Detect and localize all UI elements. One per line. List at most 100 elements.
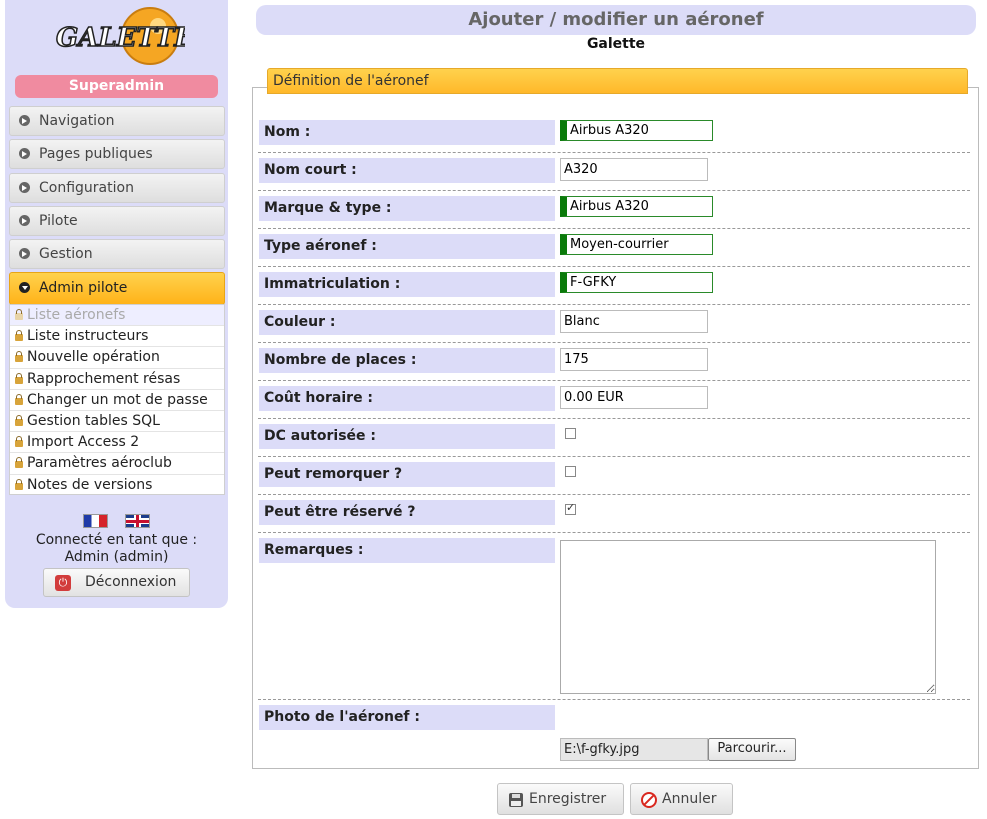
submenu-item-parametres-aeroclub[interactable]: Paramètres aéroclub bbox=[10, 453, 224, 475]
menu-item-gestion[interactable]: Gestion bbox=[9, 239, 225, 269]
lock-icon bbox=[15, 393, 23, 405]
english-flag-icon[interactable] bbox=[124, 514, 150, 528]
row-remarques: Remarques : bbox=[258, 538, 970, 700]
row-marque-type: Marque & type : bbox=[258, 196, 970, 229]
menu-item-label: Pages publiques bbox=[39, 146, 153, 162]
submenu-item-liste-instructeurs[interactable]: Liste instructeurs bbox=[10, 326, 224, 348]
row-immatriculation: Immatriculation : bbox=[258, 272, 970, 305]
cancel-icon bbox=[641, 792, 657, 808]
marque-type-input[interactable] bbox=[560, 196, 713, 217]
dc-autorisee-checkbox[interactable] bbox=[565, 428, 576, 439]
submenu-item-label: Nouvelle opération bbox=[27, 349, 160, 366]
remarques-textarea[interactable] bbox=[560, 540, 936, 694]
submenu-item-changer-mot-de-passe[interactable]: Changer un mot de passe bbox=[10, 390, 224, 411]
lock-icon bbox=[15, 436, 23, 448]
row-nombre-places: Nombre de places : bbox=[258, 348, 970, 381]
submenu-item-notes-de-versions[interactable]: Notes de versions bbox=[10, 475, 224, 496]
save-button[interactable]: Enregistrer bbox=[497, 783, 624, 815]
row-peut-remorquer: Peut remorquer ? bbox=[258, 462, 970, 495]
submenu-item-gestion-tables-sql[interactable]: Gestion tables SQL bbox=[10, 411, 224, 433]
arrow-right-circle-icon bbox=[19, 115, 30, 126]
menu-item-label: Navigation bbox=[39, 113, 115, 129]
submenu-item-label: Liste instructeurs bbox=[27, 328, 149, 345]
menu-item-pages-publiques[interactable]: Pages publiques bbox=[9, 139, 225, 169]
menu-item-label: Configuration bbox=[39, 180, 134, 196]
menu-item-label: Gestion bbox=[39, 246, 93, 262]
type-aeronef-input[interactable] bbox=[560, 234, 713, 255]
lock-icon bbox=[15, 330, 23, 342]
lock-icon bbox=[15, 478, 23, 490]
row-nom-court: Nom court : bbox=[258, 158, 970, 191]
menu-item-label: Admin pilote bbox=[39, 280, 128, 296]
submenu-item-label: Rapprochement résas bbox=[27, 370, 181, 387]
browse-button[interactable]: Parcourir... bbox=[708, 738, 796, 761]
couleur-label: Couleur : bbox=[259, 310, 555, 335]
lock-icon bbox=[15, 309, 23, 320]
nom-input[interactable] bbox=[560, 120, 713, 141]
submenu-item-liste-aeronefs[interactable]: Liste aéronefs bbox=[10, 305, 224, 327]
cout-horaire-input[interactable] bbox=[560, 386, 708, 409]
submenu-item-import-access[interactable]: Import Access 2 bbox=[10, 432, 224, 454]
page-title: Ajouter / modifier un aéronef bbox=[256, 5, 976, 35]
admin-pilote-submenu: Liste aéronefs Liste instructeurs Nouvel… bbox=[9, 304, 225, 495]
row-peut-etre-reserve: Peut être réservé ? bbox=[258, 500, 970, 533]
peut-etre-reserve-checkbox[interactable] bbox=[565, 501, 576, 515]
nom-court-label: Nom court : bbox=[259, 158, 555, 183]
cout-horaire-label: Coût horaire : bbox=[259, 386, 555, 411]
immatriculation-input[interactable] bbox=[560, 272, 713, 293]
peut-remorquer-checkbox[interactable] bbox=[565, 466, 576, 477]
nombre-places-label: Nombre de places : bbox=[259, 348, 555, 373]
nom-court-input[interactable] bbox=[560, 158, 708, 181]
nom-label: Nom : bbox=[259, 120, 555, 145]
photo-file-input[interactable]: E:\f-gfky.jpg bbox=[560, 738, 708, 761]
save-label: Enregistrer bbox=[529, 791, 607, 807]
submenu-item-label: Gestion tables SQL bbox=[27, 412, 160, 429]
remarques-label: Remarques : bbox=[259, 538, 555, 563]
photo-label: Photo de l'aéronef : bbox=[259, 705, 555, 730]
dc-autorisee-label: DC autorisée : bbox=[259, 424, 555, 449]
floppy-disk-icon bbox=[509, 793, 523, 807]
couleur-input[interactable] bbox=[560, 310, 708, 333]
row-couleur: Couleur : bbox=[258, 310, 970, 343]
lock-icon bbox=[15, 457, 23, 469]
role-badge: Superadmin bbox=[15, 75, 218, 98]
arrow-right-circle-icon bbox=[19, 215, 30, 226]
row-photo: Photo de l'aéronef : E:\f-gfky.jpg Parco… bbox=[258, 705, 970, 763]
menu-item-label: Pilote bbox=[39, 213, 78, 229]
arrow-right-circle-icon bbox=[19, 182, 30, 193]
menu-item-pilote[interactable]: Pilote bbox=[9, 206, 225, 236]
menu-item-admin-pilote[interactable]: Admin pilote bbox=[9, 272, 225, 305]
cancel-button[interactable]: Annuler bbox=[630, 783, 733, 815]
peut-remorquer-label: Peut remorquer ? bbox=[259, 462, 555, 487]
menu-item-configuration[interactable]: Configuration bbox=[9, 173, 225, 203]
connected-user: Admin (admin) bbox=[64, 549, 169, 565]
connected-as-label: Connecté en tant que : bbox=[35, 532, 198, 548]
row-nom: Nom : bbox=[258, 120, 970, 153]
power-icon: ⏻ bbox=[55, 575, 71, 591]
submenu-item-rapprochement-resas[interactable]: Rapprochement résas bbox=[10, 369, 224, 390]
row-type-aeronef: Type aéronef : bbox=[258, 234, 970, 267]
menu-item-navigation[interactable]: Navigation bbox=[9, 106, 225, 136]
galette-logo[interactable]: GALETTE bbox=[50, 4, 185, 66]
row-cout-horaire: Coût horaire : bbox=[258, 386, 970, 419]
lock-icon bbox=[15, 414, 23, 426]
svg-text:GALETTE: GALETTE bbox=[56, 23, 185, 53]
page-subtitle: Galette bbox=[586, 36, 646, 52]
logout-button[interactable]: ⏻ Déconnexion bbox=[43, 568, 190, 597]
cancel-label: Annuler bbox=[662, 791, 717, 807]
row-dc-autorisee: DC autorisée : bbox=[258, 424, 970, 457]
submenu-item-label: Changer un mot de passe bbox=[27, 391, 208, 408]
arrow-right-circle-icon bbox=[19, 248, 30, 259]
type-aeronef-label: Type aéronef : bbox=[259, 234, 555, 259]
submenu-item-nouvelle-operation[interactable]: Nouvelle opération bbox=[10, 347, 224, 369]
lock-icon bbox=[15, 351, 23, 363]
arrow-right-circle-icon bbox=[19, 148, 30, 159]
login-info: Connecté en tant que : Admin (admin) bbox=[5, 532, 228, 566]
immatriculation-label: Immatriculation : bbox=[259, 272, 555, 297]
marque-type-label: Marque & type : bbox=[259, 196, 555, 221]
submenu-item-label: Import Access 2 bbox=[27, 434, 140, 451]
french-flag-icon[interactable] bbox=[83, 514, 109, 528]
lock-icon bbox=[15, 372, 23, 384]
sidebar: GALETTE Superadmin Navigation Pages publ… bbox=[5, 0, 228, 608]
nombre-places-input[interactable] bbox=[560, 348, 708, 371]
